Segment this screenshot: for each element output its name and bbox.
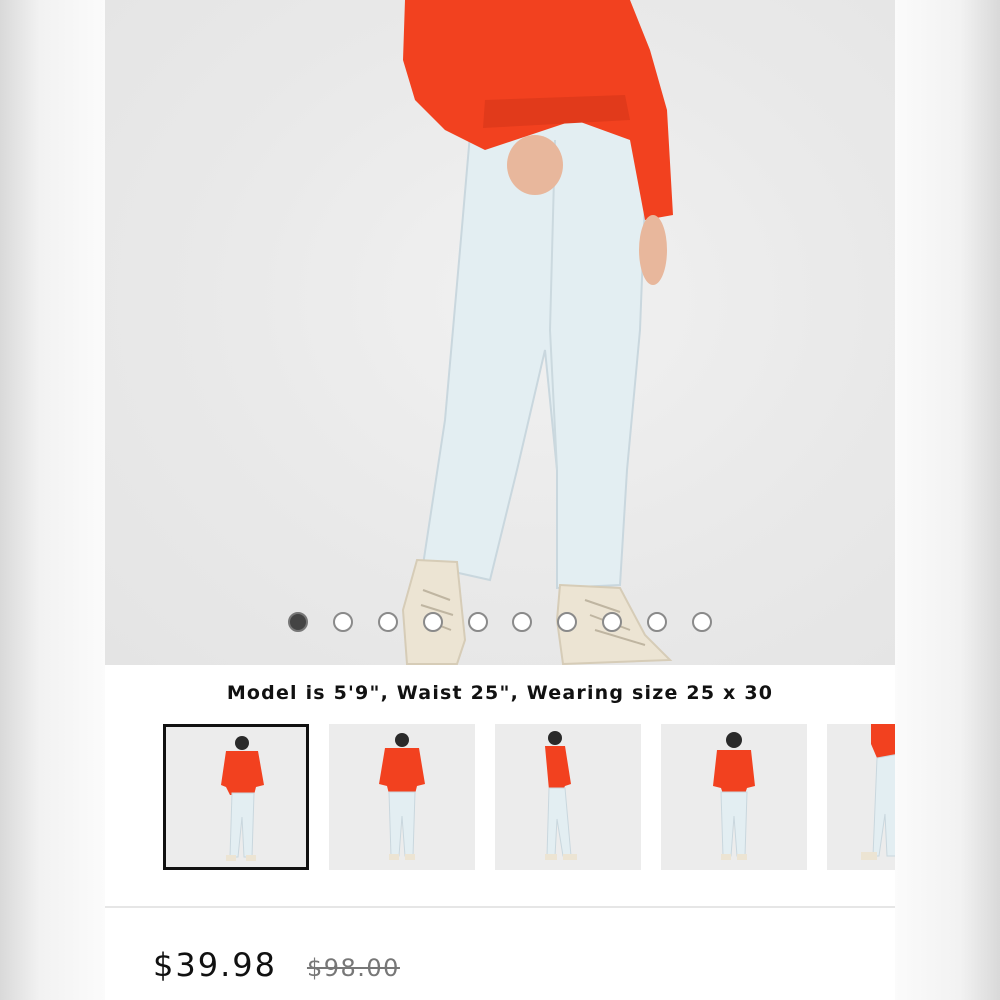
carousel-dot-1[interactable] [288, 612, 309, 632]
thumbnail-model-figure [545, 731, 577, 860]
thumbnail-model-figure [713, 732, 755, 860]
thumbnail-model-figure [861, 724, 895, 860]
sale-price: $39.98 [153, 946, 277, 984]
carousel-pagination [105, 612, 895, 632]
carousel-dot-6[interactable] [512, 612, 533, 632]
section-divider [105, 906, 895, 908]
carousel-dot-5[interactable] [467, 612, 488, 632]
thumbnail-model-figure [221, 736, 264, 861]
price-block: $39.98 $98.00 [153, 946, 400, 996]
thumbnail-5[interactable] [827, 724, 895, 870]
carousel-dot-9[interactable] [646, 612, 667, 632]
carousel-dot-4[interactable] [422, 612, 443, 632]
carousel-dot-10[interactable] [691, 612, 712, 632]
carousel-dot-7[interactable] [557, 612, 578, 632]
thumbnail-1[interactable] [163, 724, 309, 870]
carousel-dot-2[interactable] [333, 612, 354, 632]
carousel-dot-3[interactable] [378, 612, 399, 632]
thumbnail-2[interactable] [329, 724, 475, 870]
carousel-dot-8[interactable] [601, 612, 622, 632]
thumbnail-strip [163, 724, 895, 872]
thumbnail-4[interactable] [661, 724, 807, 870]
product-page: Model is 5'9", Waist 25", Wearing size 2… [105, 0, 895, 1000]
hero-product-image[interactable] [105, 0, 895, 665]
model-photo [401, 0, 673, 665]
thumbnail-3[interactable] [495, 724, 641, 870]
thumbnail-model-figure [379, 733, 425, 860]
original-price: $98.00 [306, 954, 400, 982]
model-size-info: Model is 5'9", Waist 25", Wearing size 2… [226, 682, 774, 704]
